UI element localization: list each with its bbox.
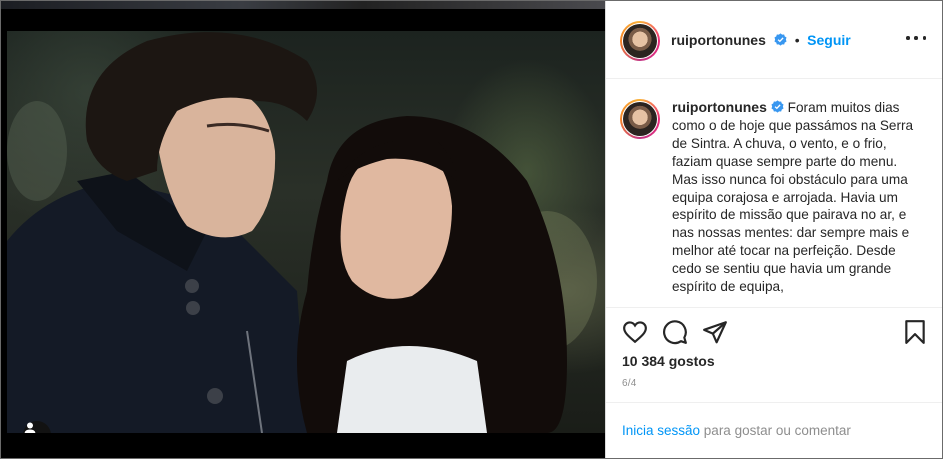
avatar[interactable]	[623, 24, 657, 58]
heart-icon[interactable]	[622, 319, 648, 350]
login-prompt-rest: para gostar ou comentar	[700, 423, 851, 438]
username[interactable]: ruiportonunes	[671, 32, 766, 48]
login-prompt: Inicia sessão para gostar ou comentar	[622, 423, 851, 438]
share-icon[interactable]	[702, 319, 728, 350]
post-window: ruiportonunes • Seguir ruiportonunes For…	[0, 0, 943, 459]
caption-avatar[interactable]	[623, 102, 657, 136]
caption: ruiportonunes Foram muitos dias como o d…	[672, 99, 922, 296]
caption-username[interactable]: ruiportonunes	[672, 99, 767, 115]
post-photo[interactable]	[7, 31, 605, 433]
top-strip	[1, 1, 605, 9]
post-media	[1, 1, 605, 458]
post-header: ruiportonunes • Seguir	[606, 1, 942, 79]
comment-icon[interactable]	[662, 319, 688, 350]
likes-count[interactable]: 10 384 gostos	[622, 353, 715, 369]
follow-button[interactable]: Seguir	[807, 32, 851, 48]
login-footer: Inicia sessão para gostar ou comentar	[606, 402, 942, 458]
bookmark-icon[interactable]	[902, 319, 928, 350]
verified-badge-icon	[774, 33, 787, 46]
caption-scroll-area[interactable]: ruiportonunes Foram muitos dias como o d…	[606, 79, 942, 308]
post-date: 6/4	[622, 378, 637, 389]
post-side-panel: ruiportonunes • Seguir ruiportonunes For…	[605, 1, 942, 458]
login-link[interactable]: Inicia sessão	[622, 423, 700, 438]
more-options-icon[interactable]	[906, 34, 926, 42]
separator-dot: •	[794, 32, 800, 48]
caption-body: Foram muitos dias como o de hoje que pas…	[672, 100, 914, 295]
header-user-row: ruiportonunes • Seguir	[671, 32, 851, 50]
verified-badge-icon	[771, 100, 784, 113]
